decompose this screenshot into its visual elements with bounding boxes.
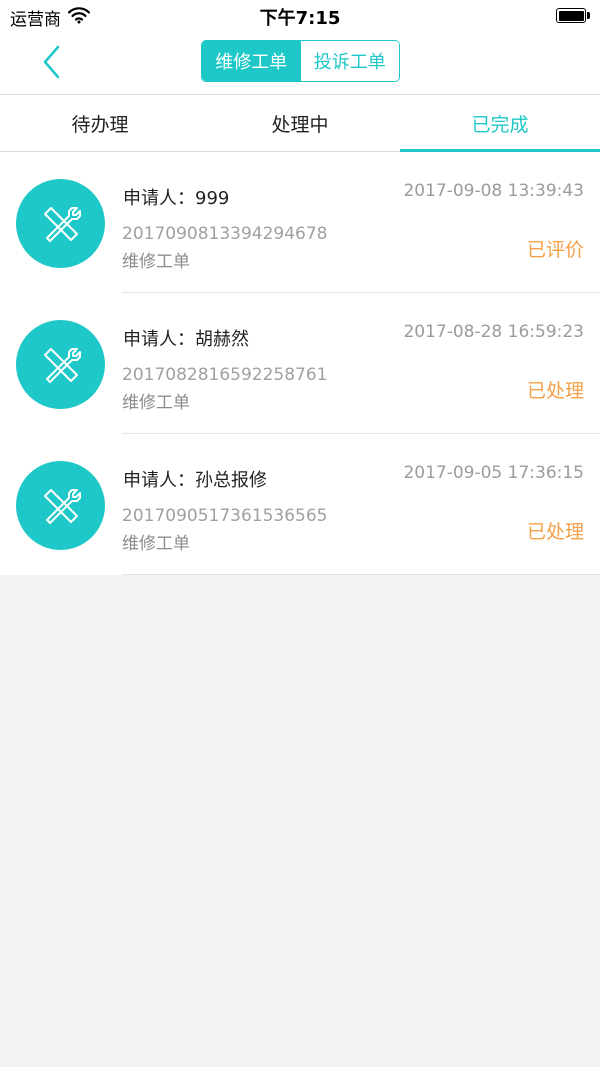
tools-icon	[43, 488, 81, 524]
work-order-item[interactable]: 申请人：999 2017-09-08 13:39:43 201709081339…	[0, 152, 600, 293]
applicant-name: 申请人：999	[123, 188, 230, 209]
order-datetime: 2017-09-05 17:36:15	[403, 463, 584, 483]
applicant-name: 申请人：胡赫然	[123, 329, 249, 350]
work-order-list: 申请人：999 2017-09-08 13:39:43 201709081339…	[0, 152, 600, 575]
screen: 运营商 下午7:15 维修工单 投诉工单 待办理 处理中 已完成 申请人：999…	[0, 0, 600, 1067]
order-number: 2017090813394294678	[122, 224, 328, 244]
order-type-segmented-control: 维修工单 投诉工单	[201, 40, 400, 82]
order-type: 维修工单	[122, 252, 190, 272]
row-divider	[122, 574, 600, 575]
tools-icon	[43, 347, 81, 383]
tab-label: 待办理	[71, 113, 129, 136]
order-number: 2017090517361536565	[122, 506, 328, 526]
work-order-item[interactable]: 申请人：孙总报修 2017-09-05 17:36:15 20170905173…	[0, 434, 600, 575]
order-datetime: 2017-08-28 16:59:23	[403, 322, 584, 342]
clock-time: 下午7:15	[259, 8, 341, 29]
order-type: 维修工单	[122, 534, 190, 554]
status-tabs: 待办理 处理中 已完成	[0, 94, 600, 152]
battery-icon	[556, 8, 590, 23]
segment-repair-orders[interactable]: 维修工单	[202, 41, 301, 81]
order-number: 2017082816592258761	[122, 365, 328, 385]
segment-complaint-orders[interactable]: 投诉工单	[300, 41, 399, 81]
order-datetime: 2017-09-08 13:39:43	[403, 181, 584, 201]
tab-pending[interactable]: 待办理	[0, 95, 200, 151]
tab-label: 处理中	[271, 113, 329, 136]
status-bar: 运营商 下午7:15	[0, 0, 600, 30]
order-avatar	[16, 461, 105, 550]
order-status: 已评价	[526, 239, 584, 261]
order-avatar	[16, 320, 105, 409]
tab-label: 已完成	[471, 113, 529, 136]
order-status: 已处理	[526, 380, 584, 402]
tab-completed[interactable]: 已完成	[400, 95, 600, 152]
navigation-bar: 维修工单 投诉工单	[0, 30, 600, 94]
work-order-item[interactable]: 申请人：胡赫然 2017-08-28 16:59:23 201708281659…	[0, 293, 600, 434]
tab-in-progress[interactable]: 处理中	[200, 95, 400, 151]
order-status: 已处理	[526, 521, 584, 543]
back-chevron-icon[interactable]	[38, 44, 68, 80]
order-type: 维修工单	[122, 393, 190, 413]
order-avatar	[16, 179, 105, 268]
applicant-name: 申请人：孙总报修	[123, 470, 267, 491]
tools-icon	[43, 206, 81, 242]
